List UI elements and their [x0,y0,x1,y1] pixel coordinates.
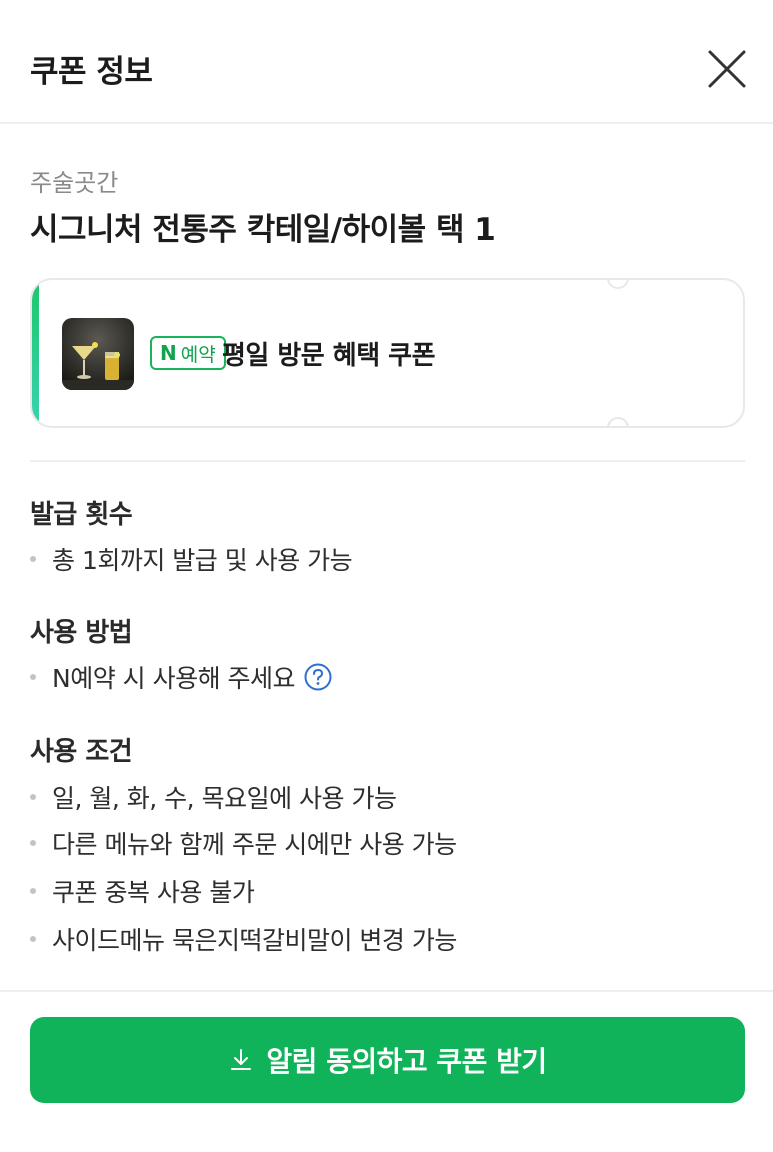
list-item-text: 다른 메뉴와 함께 주문 시에만 사용 가능 [52,830,457,859]
bullet-dot [30,936,36,942]
list-item-text: 총 1회까지 발급 및 사용 가능 [52,546,353,575]
close-button[interactable] [700,43,754,97]
coupon-info-sheet: 쿠폰 정보 주술곳간 시그니처 전통주 칵테일/하이볼 택 1 N 예약 평일 … [0,0,773,1152]
n-reservation-badge: N 예약 [150,336,226,370]
bullet-dot [30,674,36,680]
footer-divider [0,990,773,992]
list-item-text: N예약 시 사용해 주세요 [52,664,296,693]
bullet-dot [30,794,36,800]
list-item-text: 쿠폰 중복 사용 불가 [52,878,255,907]
help-button[interactable] [303,662,333,692]
list-item: 총 1회까지 발급 및 사용 가능 [30,541,353,577]
get-coupon-button[interactable]: 알림 동의하고 쿠폰 받기 [30,1017,745,1103]
close-icon [708,50,746,88]
header: 쿠폰 정보 [0,0,773,124]
ticket-notch-top [607,280,629,289]
store-name: 주술곳간 [30,169,119,197]
badge-label: 예약 [180,343,216,366]
bullet-dot [30,888,36,894]
list-item: 일, 월, 화, 수, 목요일에 사용 가능 [30,779,397,815]
section-title-usage-method: 사용 방법 [30,618,133,648]
list-item: N예약 시 사용해 주세요 [30,659,333,695]
coupon-name: 평일 방문 혜택 쿠폰 [222,341,436,371]
get-coupon-label: 알림 동의하고 쿠폰 받기 [266,1045,547,1078]
cocktail-image [62,318,134,390]
list-item-text: 사이드메뉴 묵은지떡갈비말이 변경 가능 [52,926,457,955]
coupon-title: 시그니처 전통주 칵테일/하이볼 택 1 [30,212,496,248]
section-divider [30,460,745,462]
download-icon [231,1049,252,1070]
section-title-usage-conditions: 사용 조건 [30,737,133,767]
list-item-text: 일, 월, 화, 수, 목요일에 사용 가능 [52,784,397,813]
list-item: 사이드메뉴 묵은지떡갈비말이 변경 가능 [30,921,457,957]
ticket-notch-bottom [607,417,629,426]
page-title: 쿠폰 정보 [30,54,153,90]
bullet-dot [30,840,36,846]
card-accent-bar [32,280,39,426]
question-circle-icon [304,663,332,691]
coupon-thumbnail [62,318,134,390]
list-item: 다른 메뉴와 함께 주문 시에만 사용 가능 [30,825,457,861]
n-mark: N [160,341,177,365]
section-title-issue-count: 발급 횟수 [30,500,133,530]
coupon-card: N 예약 평일 방문 혜택 쿠폰 [30,278,745,428]
bullet-dot [30,556,36,562]
list-item: 쿠폰 중복 사용 불가 [30,873,255,909]
